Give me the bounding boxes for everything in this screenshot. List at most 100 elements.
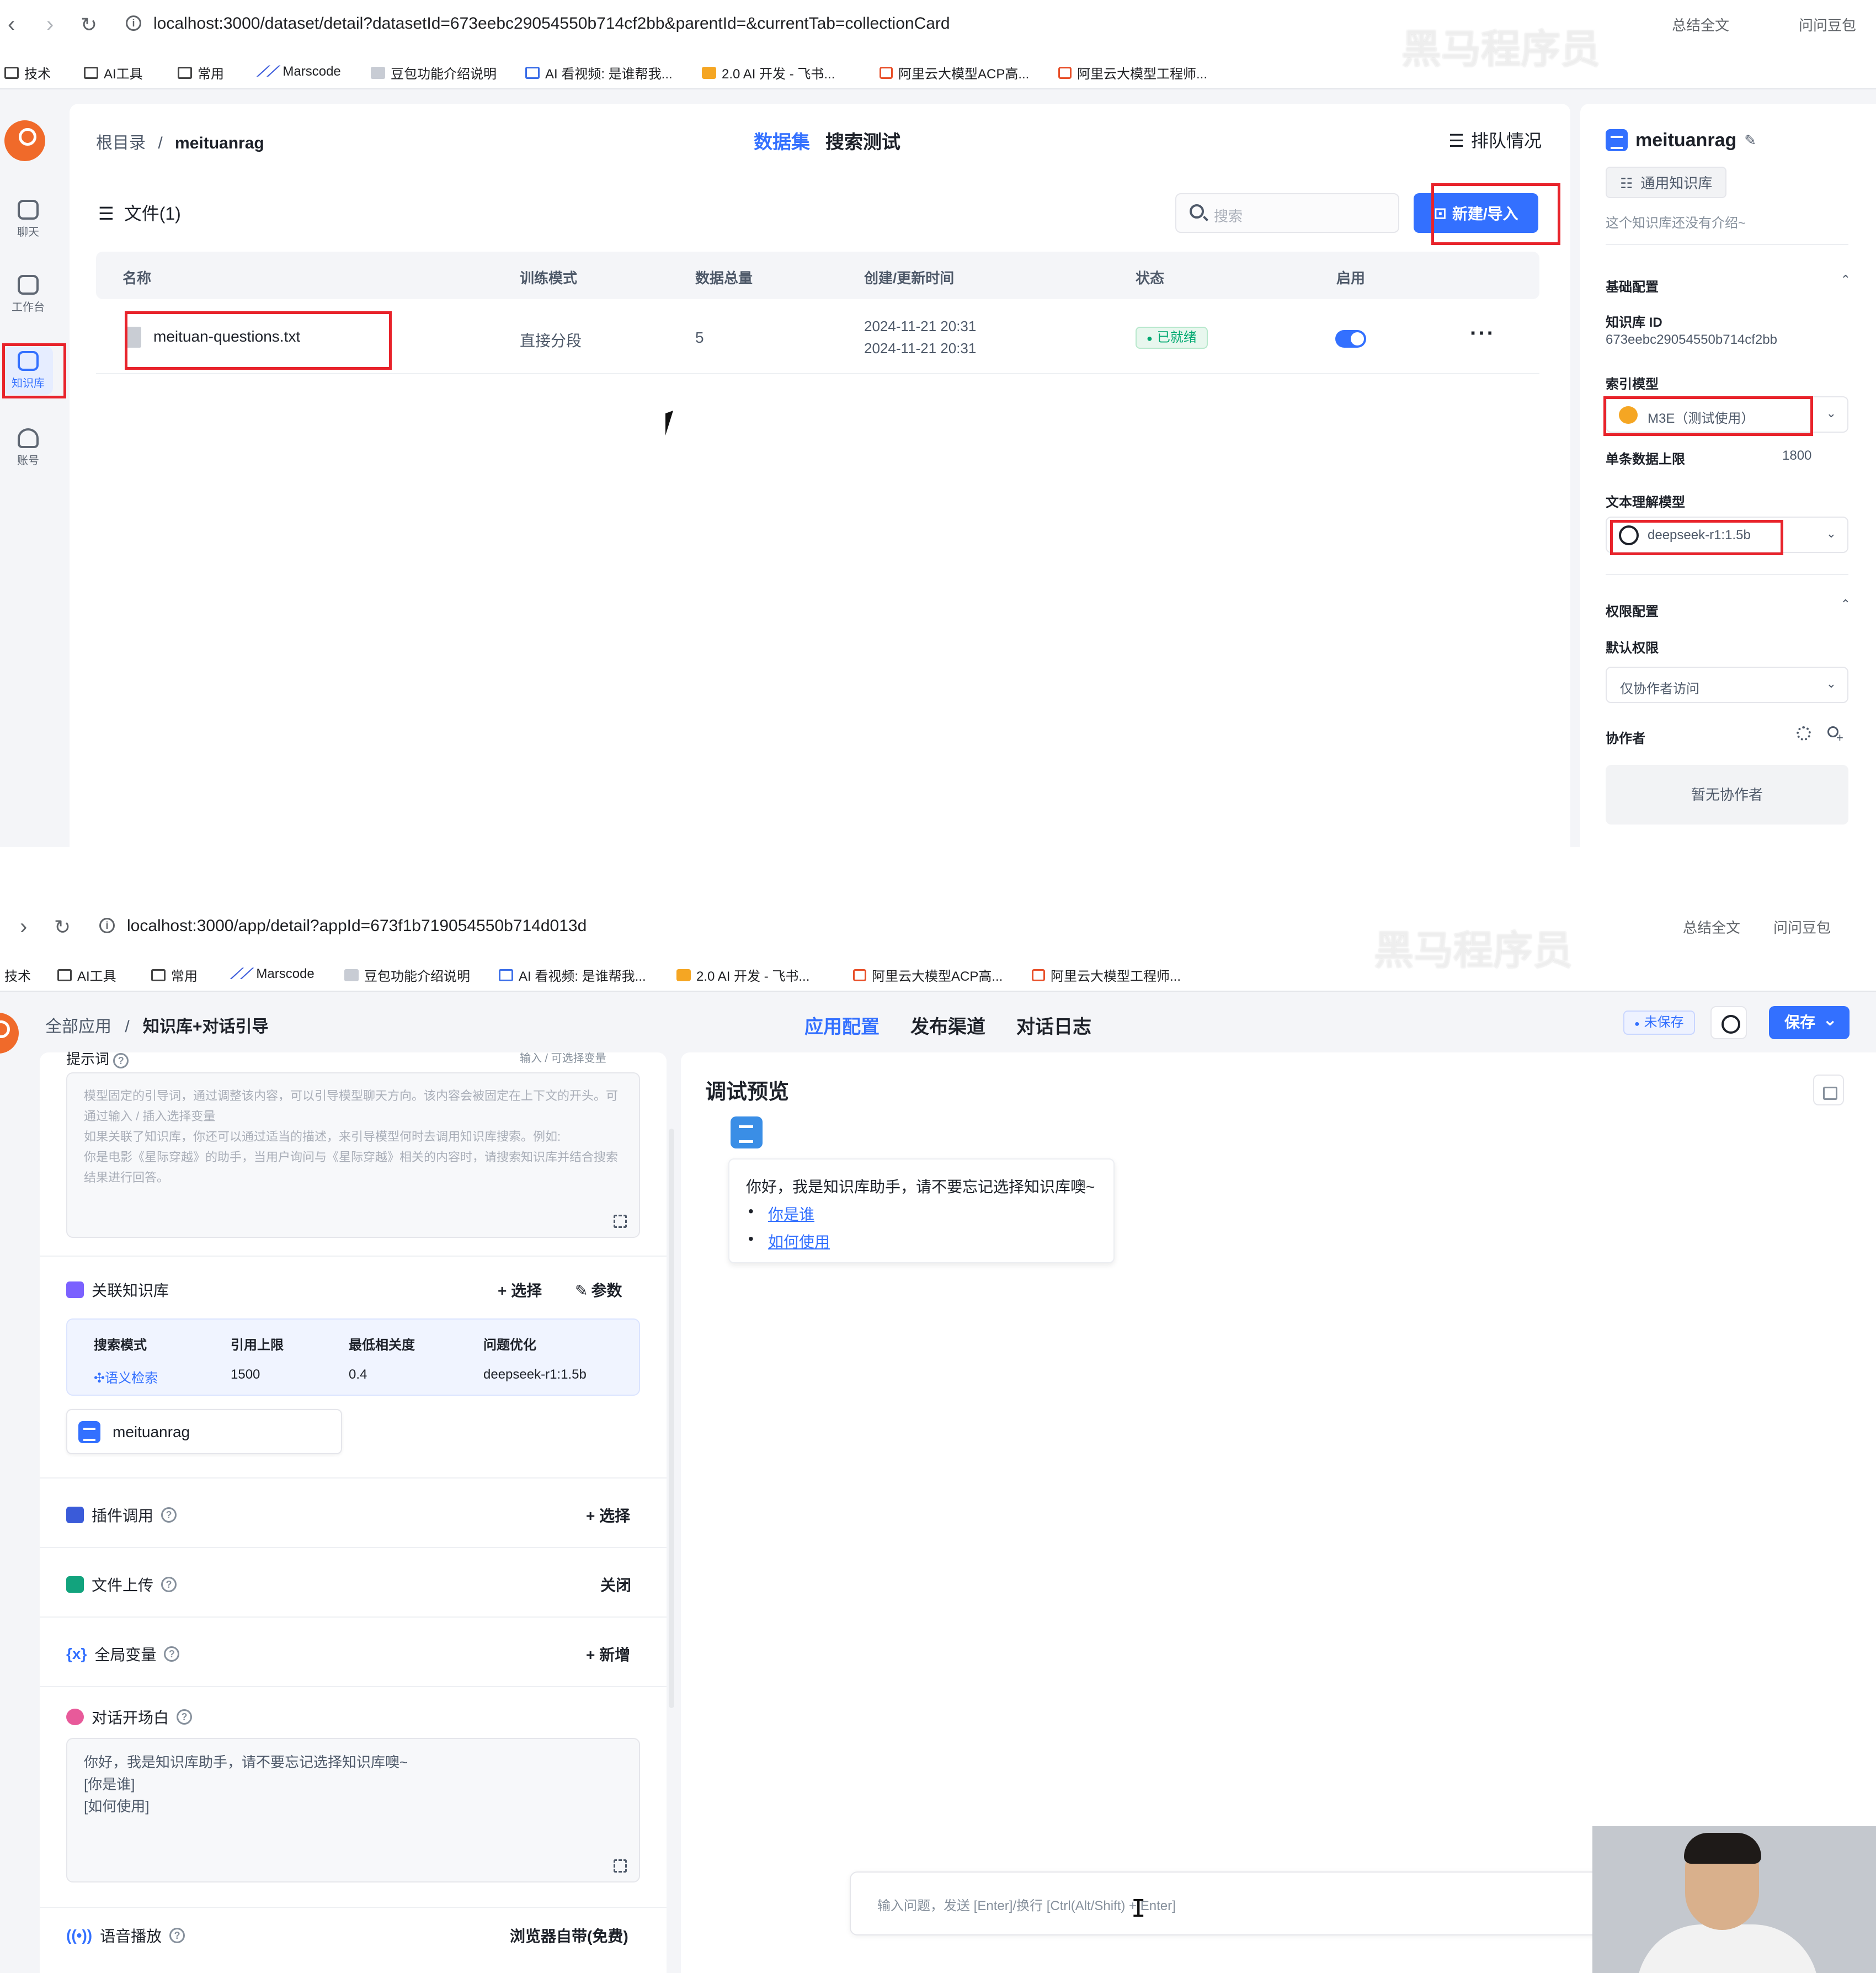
param-header: 问题优化 [483,1338,536,1353]
history-button[interactable] [1710,1006,1747,1039]
basic-config-title[interactable]: 基础配置 [1606,276,1659,295]
bookmark-item[interactable]: ⟋⟋ Marscode [231,965,315,983]
suggested-question[interactable]: 如何使用 [768,1230,830,1252]
url-text[interactable]: localhost:3000/app/detail?appId=673f1b71… [127,917,587,935]
marscode-icon: ⟋⟋ [231,965,251,982]
chat-bubble-icon [66,1709,84,1725]
column-header[interactable]: 名称 [122,267,151,288]
knowledge-title: 关联知识库 [66,1279,169,1301]
more-actions-button[interactable]: ··· [1470,321,1495,346]
bookmark-item[interactable]: AI工具 [57,965,116,985]
column-header[interactable]: 创建/更新时间 [864,267,954,288]
bookmark-item[interactable]: 常用 [178,63,224,82]
params-button[interactable]: ✎ 参数 [575,1279,622,1301]
bookmark-item[interactable]: 2.0 AI 开发 - 飞书... [676,965,809,985]
site-info-icon[interactable]: i [126,15,141,31]
query-optimize-value: deepseek-r1:1.5b [483,1367,587,1382]
sidebar-item-workbench[interactable]: 工作台 [3,275,53,314]
site-info-icon[interactable]: i [99,918,115,933]
dataset-intro[interactable]: 这个知识库还没有介绍~ [1606,212,1746,231]
help-icon[interactable]: ? [164,1646,180,1662]
forward-arrow-icon[interactable]: › [46,12,54,37]
expand-icon[interactable] [614,1215,627,1228]
bookmark-item[interactable]: AI 看视频: 是谁帮我... [499,965,646,985]
tab-chat-logs[interactable]: 对话日志 [1016,1012,1091,1039]
queue-status-button[interactable]: ☰ 排队情况 [1448,127,1542,152]
bookmark-item[interactable]: 阿里云大模型ACP高... [880,63,1029,82]
linked-knowledge-chip[interactable]: meituanrag [66,1409,342,1454]
tab-app-config[interactable]: 应用配置 [804,1012,880,1039]
column-header: 训练模式 [520,270,578,286]
bookmark-item[interactable]: AI工具 [84,63,143,82]
edit-icon: ✎ [575,1282,588,1299]
data-count: 5 [695,329,704,346]
select-plugin-button[interactable]: + 选择 [586,1504,630,1526]
help-icon[interactable]: ? [177,1709,193,1725]
tab-search-test[interactable]: 搜索测试 [825,127,900,154]
gear-icon[interactable] [1797,726,1811,741]
suggested-question[interactable]: 你是谁 [768,1203,814,1225]
help-icon[interactable]: ? [169,1928,185,1943]
summary-button[interactable]: 总结全文 [1683,917,1740,937]
summary-button[interactable]: 总结全文 [1672,14,1729,35]
expand-icon[interactable] [614,1859,627,1873]
bookmark-item[interactable]: 技术 [4,63,51,82]
database-icon [78,1421,100,1443]
help-icon[interactable]: ? [113,1053,129,1068]
breadcrumb-root[interactable]: 根目录 [96,134,146,152]
search-icon [1190,204,1204,219]
bookmark-item[interactable]: 常用 [151,965,198,985]
prompt-textarea[interactable]: 模型固定的引导词，通过调整该内容，可以引导模型聊天方向。该内容会被固定在上下文的… [66,1072,640,1238]
tab-dataset[interactable]: 数据集 [754,127,810,154]
avatar[interactable] [4,120,45,161]
reload-icon[interactable]: ↻ [81,13,97,36]
add-variable-button[interactable]: + 新增 [586,1643,630,1665]
tts-select[interactable]: 浏览器自带(免费) [510,1924,628,1947]
select-knowledge-button[interactable]: + 选择 [498,1279,542,1301]
help-icon[interactable]: ? [161,1577,177,1592]
bookmark-item[interactable]: 豆包功能介绍说明 [371,63,497,82]
folder-icon [178,66,192,79]
reload-icon[interactable]: ↻ [54,916,71,939]
prompt-label: 提示词 ? [66,1048,129,1068]
search-input[interactable]: 搜索 [1175,193,1399,233]
sidebar-item-chat[interactable]: 聊天 [3,200,53,239]
permission-config-title[interactable]: 权限配置 [1606,600,1659,620]
file-upload-toggle[interactable]: 关闭 [600,1573,631,1596]
edit-icon[interactable]: ✎ [1744,132,1756,149]
scrollbar[interactable] [669,1129,674,1708]
bookmark-item[interactable]: AI 看视频: 是谁帮我... [525,63,673,82]
doubao-button[interactable]: 问问豆包 [1773,917,1831,937]
bookmark-item[interactable]: 阿里云大模型工程师... [1058,63,1207,82]
bookmark-item[interactable]: 阿里云大模型ACP高... [853,965,1003,985]
bookmark-item[interactable]: 2.0 AI 开发 - 飞书... [702,63,835,82]
quote-limit-value: 1500 [231,1367,260,1382]
url-text[interactable]: localhost:3000/dataset/detail?datasetId=… [153,14,950,33]
opening-textarea[interactable]: 你好，我是知识库助手，请不要忘记选择知识库噢~ [你是谁] [如何使用] [66,1738,640,1882]
avatar[interactable] [0,1013,19,1054]
training-mode: 直接分段 [520,332,582,349]
bookmark-item[interactable]: ⟋⟋ Marscode [257,63,341,81]
chat-message: 你好，我是知识库助手，请不要忘记选择知识库噢~ • 你是谁 • 如何使用 [728,1158,1115,1263]
chevron-up-icon[interactable]: ⌃ [1841,273,1851,287]
bookmark-item[interactable]: 技术 [4,965,31,985]
back-arrow-icon[interactable]: ‹ [8,12,15,37]
forward-arrow-icon[interactable]: › [20,914,27,939]
default-permission-select[interactable]: 仅协作者访问 ⌄ [1606,667,1848,703]
column-header: 状态 [1136,270,1165,286]
sidebar-item-account[interactable]: 账号 [3,428,53,467]
add-user-icon[interactable] [1825,726,1843,745]
doubao-button[interactable]: 问问豆包 [1799,14,1856,35]
divider [1606,574,1848,575]
breadcrumb-current: 知识库+对话引导 [143,1018,269,1036]
bookmark-item[interactable]: 豆包功能介绍说明 [344,965,470,985]
help-icon[interactable]: ? [161,1507,177,1523]
chevron-up-icon[interactable]: ⌃ [1841,597,1851,611]
breadcrumb-root[interactable]: 全部应用 [45,1018,111,1036]
search-params-card[interactable]: 搜索模式 引用上限 最低相关度 问题优化 ✣语义检索 1500 0.4 deep… [66,1318,640,1396]
save-button[interactable]: 保存 [1769,1003,1850,1039]
tab-publish-channel[interactable]: 发布渠道 [910,1012,985,1039]
enable-toggle[interactable] [1335,330,1366,348]
lock-icon[interactable] [1813,1075,1844,1105]
bookmark-item[interactable]: 阿里云大模型工程师... [1032,965,1181,985]
